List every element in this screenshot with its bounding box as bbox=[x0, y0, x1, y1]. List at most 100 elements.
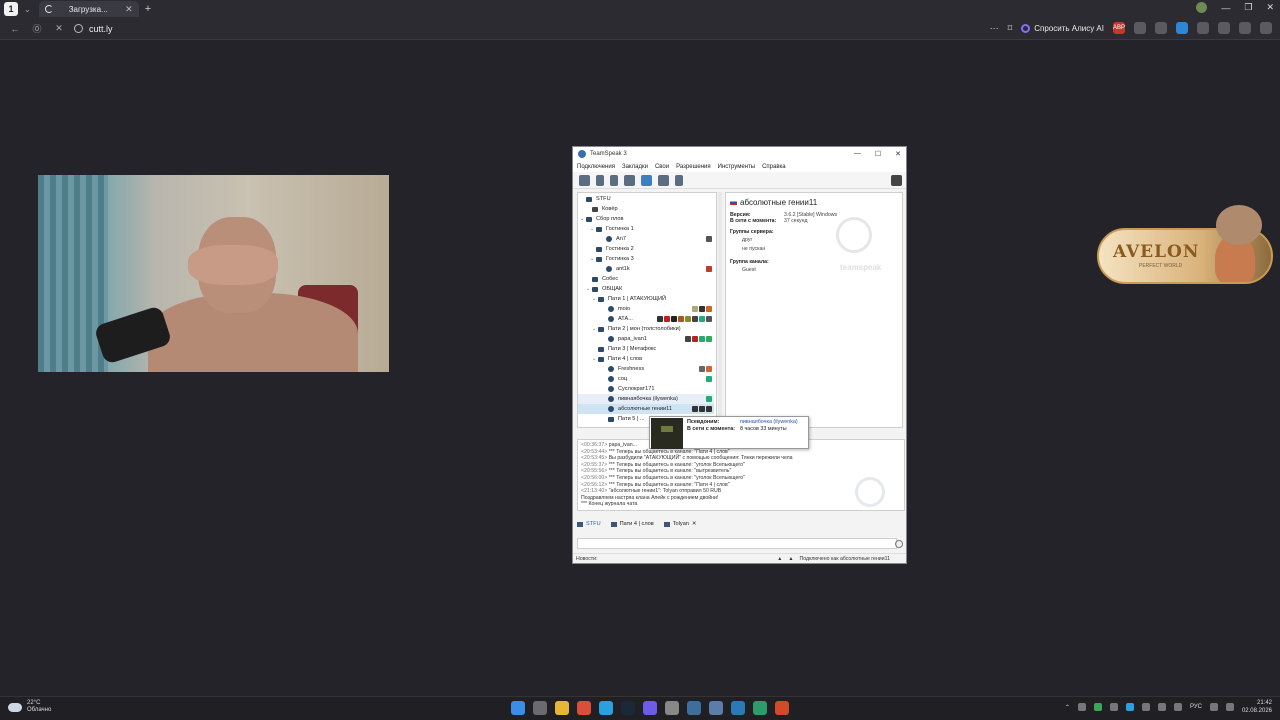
menu-bookmarks[interactable]: Закладки bbox=[622, 164, 648, 170]
tree-client[interactable]: АТА... bbox=[578, 314, 714, 324]
volume-icon[interactable] bbox=[1225, 703, 1234, 711]
yandex-browser-icon[interactable] bbox=[577, 701, 591, 715]
chat-icon[interactable] bbox=[641, 174, 652, 186]
back-icon[interactable]: ← bbox=[8, 24, 22, 34]
tab-close-icon[interactable]: ✕ bbox=[125, 4, 133, 15]
app-icon[interactable] bbox=[753, 701, 767, 715]
menu-tools[interactable]: Инструменты bbox=[718, 164, 755, 170]
tree-channel[interactable]: ⌄ Гостинка 1 bbox=[578, 224, 714, 234]
ts-maximize-button[interactable]: ☐ bbox=[875, 150, 881, 158]
badge-icon bbox=[706, 396, 712, 402]
chat-input[interactable] bbox=[577, 538, 897, 549]
tree-channel[interactable]: ⌄ Пати 4 | слов bbox=[578, 354, 714, 364]
extension-icon[interactable] bbox=[1155, 22, 1167, 34]
start-icon[interactable] bbox=[511, 701, 525, 715]
menu-self[interactable]: Свои bbox=[655, 164, 669, 170]
bookmark-toolbar-icon[interactable] bbox=[596, 174, 604, 186]
tray-icon[interactable] bbox=[1109, 703, 1118, 711]
restore-button[interactable]: ❐ bbox=[1244, 2, 1252, 13]
settings-icon[interactable] bbox=[665, 701, 679, 715]
menu-permissions[interactable]: Разрешения bbox=[676, 164, 711, 170]
downloads-icon[interactable] bbox=[1260, 22, 1272, 34]
tree-channel[interactable]: ⌄ Пати 1 | АТАКУЮЩИЙ bbox=[578, 294, 714, 304]
channel-tree[interactable]: STFU Ковёр ⌄ Сбор плов ⌄ Гостинка 1 An7 Гостинк… bbox=[577, 192, 717, 428]
clock[interactable]: 21:42 02.08.2026 bbox=[1242, 699, 1272, 715]
chevron-down-icon[interactable]: ⌄ bbox=[24, 5, 31, 14]
tree-channel[interactable]: ⌄ Сбор плов bbox=[578, 214, 714, 224]
tray-icon[interactable] bbox=[1157, 703, 1166, 711]
tree-channel[interactable]: Собес bbox=[578, 274, 714, 284]
tree-channel[interactable]: Пати 3 | Метафокс bbox=[578, 344, 714, 354]
new-tab-button[interactable]: + bbox=[145, 3, 151, 15]
tree-channel[interactable]: ⌄ ОБЩАК bbox=[578, 284, 714, 294]
vscode-icon[interactable] bbox=[731, 701, 745, 715]
telegram-icon[interactable] bbox=[599, 701, 613, 715]
tree-client[interactable]: Freshness bbox=[578, 364, 714, 374]
yandex-icon[interactable]: ⓪ bbox=[30, 22, 44, 35]
connect-icon[interactable] bbox=[579, 174, 590, 186]
chevron-up-icon[interactable]: ⌃ bbox=[1065, 704, 1070, 711]
browser-tab[interactable]: Загрузка... ✕ bbox=[38, 1, 139, 17]
app-icon[interactable] bbox=[775, 701, 789, 715]
menu-help[interactable]: Справка bbox=[762, 164, 786, 170]
bookmark-icon[interactable]: ⌑ bbox=[1008, 23, 1013, 34]
tree-client[interactable]: ant1k bbox=[578, 264, 714, 274]
puzzle-icon[interactable] bbox=[1218, 22, 1230, 34]
explorer-icon[interactable] bbox=[555, 701, 569, 715]
mute-icon[interactable] bbox=[675, 174, 683, 186]
extension-icon[interactable] bbox=[1134, 22, 1146, 34]
tree-client[interactable]: papa_ivan1 bbox=[578, 334, 714, 344]
tree-client[interactable]: пивнаябочка (ilywenka) bbox=[578, 394, 714, 404]
avatar-icon[interactable] bbox=[891, 174, 902, 186]
tray-icon[interactable] bbox=[1141, 703, 1150, 711]
tab-private[interactable]: Tolyan ✕ bbox=[663, 521, 697, 527]
ts-close-button[interactable]: ✕ bbox=[895, 150, 901, 158]
tray-icon[interactable] bbox=[1093, 703, 1102, 711]
alisa-button[interactable]: Спросить Алису AI bbox=[1021, 23, 1104, 33]
search-icon[interactable] bbox=[533, 701, 547, 715]
tree-scrollbar[interactable] bbox=[718, 192, 722, 428]
extension-icon[interactable] bbox=[1176, 22, 1188, 34]
tree-client[interactable]: соц bbox=[578, 374, 714, 384]
tray-icon[interactable] bbox=[1173, 703, 1182, 711]
tree-client[interactable]: An7 bbox=[578, 234, 714, 244]
tab-close-icon[interactable]: ✕ bbox=[692, 521, 697, 527]
browser-menu-icon[interactable]: 1 bbox=[4, 2, 18, 16]
tree-channel[interactable]: ⌄ Пати 2 | мон (толстолобики) bbox=[578, 324, 714, 334]
tree-client[interactable]: Суслократ171 bbox=[578, 384, 714, 394]
more-icon[interactable]: ⋯ bbox=[990, 23, 999, 34]
client-status-icon bbox=[608, 336, 614, 342]
menu-connections[interactable]: Подключения bbox=[577, 164, 615, 170]
tree-channel[interactable]: Ковёр bbox=[578, 204, 714, 214]
tab-channel[interactable]: Пати 4 | слов bbox=[610, 521, 654, 527]
tree-client[interactable]: moio bbox=[578, 304, 714, 314]
away-icon[interactable] bbox=[624, 174, 635, 186]
chat-log[interactable]: <00:36:37> papa_ivan... <20:53:44> *** Те… bbox=[577, 439, 905, 511]
disconnect-icon[interactable] bbox=[610, 174, 618, 186]
profile-avatar[interactable] bbox=[1196, 2, 1208, 13]
tab-server[interactable]: STFU bbox=[577, 521, 601, 527]
contacts-icon[interactable] bbox=[658, 174, 669, 186]
emoji-icon[interactable] bbox=[895, 540, 903, 548]
extension-icon[interactable] bbox=[1239, 22, 1251, 34]
extension-icon[interactable] bbox=[1197, 22, 1209, 34]
language-indicator[interactable]: РУС bbox=[1190, 704, 1202, 710]
tray-icon[interactable] bbox=[1125, 703, 1134, 711]
tree-channel[interactable]: ⌄ Гостинка 3 bbox=[578, 254, 714, 264]
minimize-button[interactable]: — bbox=[1221, 3, 1230, 13]
tree-server[interactable]: STFU bbox=[578, 194, 714, 204]
teamspeak-taskbar-icon[interactable] bbox=[709, 701, 723, 715]
close-window-button[interactable]: ✕ bbox=[1266, 2, 1274, 13]
adblock-icon[interactable]: ABP bbox=[1113, 22, 1125, 34]
tree-client[interactable]: абсолютные гении11 bbox=[578, 404, 714, 414]
tree-channel[interactable]: Гостинка 2 bbox=[578, 244, 714, 254]
stop-icon[interactable]: ✕ bbox=[52, 23, 66, 34]
obs-icon[interactable] bbox=[643, 701, 657, 715]
steam-icon[interactable] bbox=[621, 701, 635, 715]
tray-icon[interactable] bbox=[1077, 703, 1086, 711]
url-field[interactable]: cutt.ly bbox=[74, 24, 113, 34]
network-icon[interactable] bbox=[1209, 703, 1218, 711]
app-icon[interactable] bbox=[687, 701, 701, 715]
weather-widget[interactable]: 22°C Облачно bbox=[8, 700, 51, 714]
ts-minimize-button[interactable]: — bbox=[854, 150, 861, 158]
